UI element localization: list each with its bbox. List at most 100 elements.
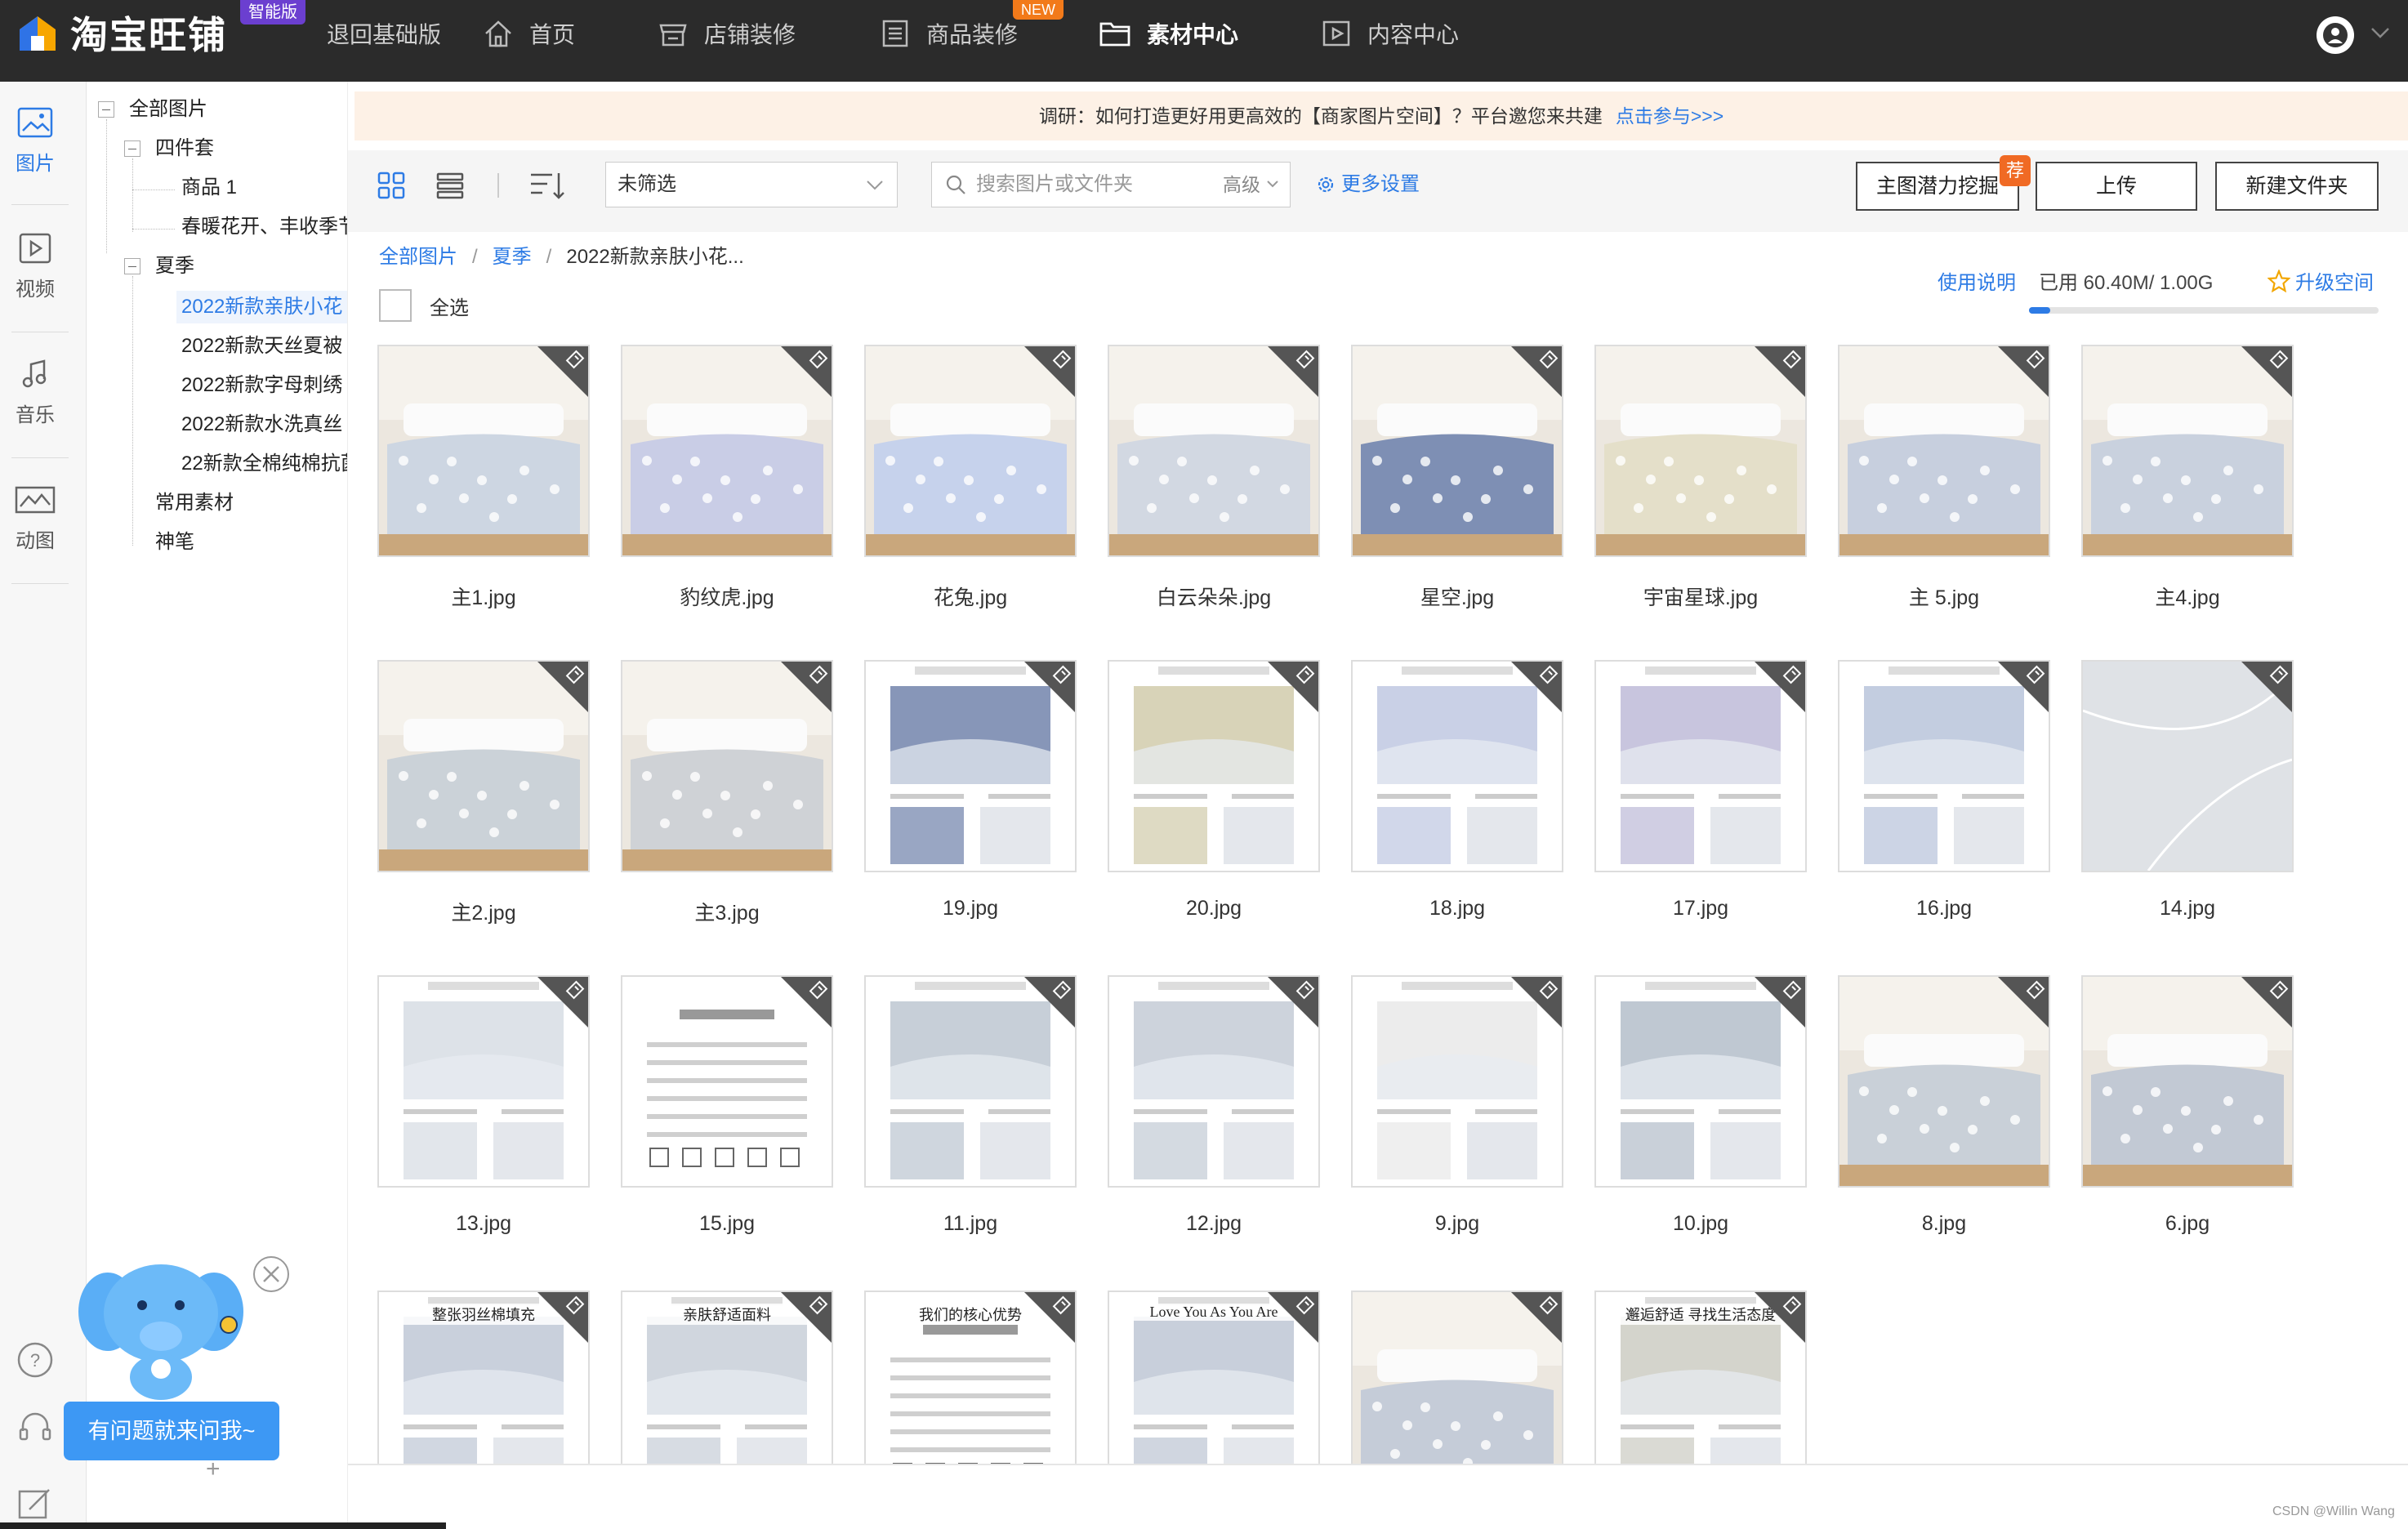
more-settings-link[interactable]: 更多设置 bbox=[1315, 162, 1420, 207]
image-thumbnail[interactable]: 整张羽丝棉填充 bbox=[377, 1291, 590, 1464]
image-thumbnail[interactable] bbox=[1108, 975, 1320, 1188]
image-reference-icon[interactable] bbox=[2026, 665, 2045, 684]
rail-item-images[interactable]: 图片 bbox=[0, 106, 70, 176]
image-thumbnail[interactable] bbox=[1838, 660, 2050, 872]
image-tile[interactable]: Love You As You Are bbox=[1108, 1291, 1320, 1464]
image-thumbnail[interactable] bbox=[1351, 345, 1563, 557]
image-thumbnail[interactable] bbox=[621, 345, 833, 557]
image-thumbnail[interactable] bbox=[1594, 975, 1807, 1188]
image-tile[interactable]: 我们的核心优势 bbox=[864, 1291, 1077, 1464]
image-tile[interactable]: 主2.jpg bbox=[377, 660, 590, 925]
image-tile[interactable]: 20.jpg bbox=[1108, 660, 1320, 920]
rail-item-videos[interactable]: 视频 bbox=[0, 232, 70, 301]
tree-node-2022-silk[interactable]: 2022新款水洗真丝 bbox=[181, 408, 342, 441]
image-reference-icon[interactable] bbox=[1295, 350, 1315, 369]
tree-node-common[interactable]: 常用素材 bbox=[155, 487, 234, 519]
image-tile[interactable]: 主3.jpg bbox=[621, 660, 833, 925]
tree-node-2022-tencel[interactable]: 2022新款天丝夏被 bbox=[181, 330, 342, 363]
image-reference-icon[interactable] bbox=[1052, 665, 1072, 684]
image-thumbnail[interactable] bbox=[1594, 345, 1807, 557]
select-all-checkbox[interactable] bbox=[379, 289, 412, 322]
image-thumbnail[interactable] bbox=[621, 975, 833, 1188]
image-thumbnail[interactable]: 我们的核心优势 bbox=[864, 1291, 1077, 1464]
upload-button[interactable]: 上传 bbox=[2036, 162, 2197, 211]
image-tile[interactable]: 亲肤舒适面料 bbox=[621, 1291, 833, 1464]
image-tile[interactable]: 13.jpg bbox=[377, 975, 590, 1235]
image-tile[interactable]: 主4.jpg bbox=[2081, 345, 2294, 609]
edit-icon[interactable] bbox=[16, 1485, 54, 1522]
image-reference-icon[interactable] bbox=[1295, 1295, 1315, 1315]
image-reference-icon[interactable] bbox=[1782, 980, 1802, 1000]
headset-icon[interactable] bbox=[16, 1408, 54, 1446]
image-thumbnail[interactable] bbox=[1108, 345, 1320, 557]
image-thumbnail[interactable]: 亲肤舒适面料 bbox=[621, 1291, 833, 1464]
image-tile[interactable]: 14.jpg bbox=[2081, 660, 2294, 920]
image-tile[interactable]: 9.jpg bbox=[1351, 975, 1563, 1235]
image-reference-icon[interactable] bbox=[1295, 665, 1315, 684]
nav-material-center[interactable]: 素材中心 bbox=[1098, 15, 1238, 52]
breadcrumb-root[interactable]: 全部图片 bbox=[379, 246, 457, 268]
breadcrumb-summer[interactable]: 夏季 bbox=[493, 246, 532, 268]
image-reference-icon[interactable] bbox=[1539, 1295, 1559, 1315]
image-tile[interactable]: 星空.jpg bbox=[1351, 345, 1563, 609]
image-tile[interactable]: 整张羽丝棉填充 bbox=[377, 1291, 590, 1464]
new-folder-button[interactable]: 新建文件夹 bbox=[2215, 162, 2379, 211]
image-tile[interactable]: 19.jpg bbox=[864, 660, 1077, 920]
image-thumbnail[interactable] bbox=[2081, 345, 2294, 557]
image-reference-icon[interactable] bbox=[565, 350, 585, 369]
search-input[interactable] bbox=[976, 163, 1197, 207]
image-reference-icon[interactable] bbox=[2026, 980, 2045, 1000]
plus-icon[interactable]: + bbox=[206, 1455, 221, 1483]
image-reference-icon[interactable] bbox=[2269, 350, 2289, 369]
image-reference-icon[interactable] bbox=[1052, 980, 1072, 1000]
image-thumbnail[interactable] bbox=[1351, 1291, 1563, 1464]
image-reference-icon[interactable] bbox=[809, 1295, 828, 1315]
image-reference-icon[interactable] bbox=[2269, 980, 2289, 1000]
image-tile[interactable]: 16.jpg bbox=[1838, 660, 2050, 920]
filter-dropdown[interactable]: 未筛选 bbox=[605, 162, 898, 207]
sort-icon[interactable] bbox=[529, 170, 565, 201]
image-reference-icon[interactable] bbox=[565, 1295, 585, 1315]
image-reference-icon[interactable] bbox=[1295, 980, 1315, 1000]
image-tile[interactable]: 宇宙星球.jpg bbox=[1594, 345, 1807, 609]
nav-content-center[interactable]: 内容中心 bbox=[1320, 15, 1459, 52]
image-tile[interactable]: 8.jpg bbox=[1838, 975, 2050, 1235]
image-tile[interactable]: 豹纹虎.jpg bbox=[621, 345, 833, 609]
banner-link[interactable]: 点击参与>>> bbox=[1616, 105, 1724, 127]
help-icon[interactable]: ? bbox=[16, 1341, 54, 1379]
tree-node-22-cotton[interactable]: 22新款全棉纯棉抗菌 bbox=[181, 448, 347, 480]
tree-collapse-toggle[interactable] bbox=[98, 101, 114, 118]
image-thumbnail[interactable] bbox=[1351, 660, 1563, 872]
image-tile[interactable]: 主 5.jpg bbox=[1838, 345, 2050, 609]
chevron-down-icon[interactable] bbox=[2369, 25, 2392, 41]
advanced-search-toggle[interactable]: 高级 bbox=[1223, 163, 1280, 207]
tree-node-2022-letter[interactable]: 2022新款字母刺绣 bbox=[181, 369, 342, 402]
tree-collapse-toggle[interactable] bbox=[124, 140, 140, 157]
help-chat-bubble[interactable]: 有问题就来问我~ bbox=[64, 1402, 279, 1460]
tree-node-four-piece-set[interactable]: 四件套 bbox=[155, 132, 214, 165]
image-reference-icon[interactable] bbox=[2269, 665, 2289, 684]
image-reference-icon[interactable] bbox=[1052, 350, 1072, 369]
tree-node-product-1[interactable]: 商品 1 bbox=[181, 172, 237, 204]
image-tile[interactable]: 11.jpg bbox=[864, 975, 1077, 1235]
tree-node-all-images[interactable]: 全部图片 bbox=[129, 93, 207, 126]
image-tile[interactable]: 18.jpg bbox=[1351, 660, 1563, 920]
nav-product-decor[interactable]: 商品装修 bbox=[879, 15, 1018, 52]
image-reference-icon[interactable] bbox=[1782, 665, 1802, 684]
image-thumbnail[interactable] bbox=[1594, 660, 1807, 872]
image-reference-icon[interactable] bbox=[809, 350, 828, 369]
image-reference-icon[interactable] bbox=[1782, 1295, 1802, 1315]
list-view-icon[interactable] bbox=[436, 172, 464, 199]
image-reference-icon[interactable] bbox=[1539, 665, 1559, 684]
rail-item-gif[interactable]: 动图 bbox=[0, 484, 70, 553]
taobao-wangpu-logo[interactable]: 淘宝旺铺 bbox=[16, 8, 227, 57]
image-reference-icon[interactable] bbox=[1782, 350, 1802, 369]
image-thumbnail[interactable] bbox=[2081, 975, 2294, 1188]
image-thumbnail[interactable] bbox=[377, 660, 590, 872]
image-tile[interactable]: 白云朵朵.jpg bbox=[1108, 345, 1320, 609]
image-reference-icon[interactable] bbox=[809, 665, 828, 684]
image-thumbnail[interactable] bbox=[2081, 660, 2294, 872]
usage-help-link[interactable]: 使用说明 bbox=[1938, 266, 2016, 295]
image-thumbnail[interactable] bbox=[864, 345, 1077, 557]
image-reference-icon[interactable] bbox=[809, 980, 828, 1000]
